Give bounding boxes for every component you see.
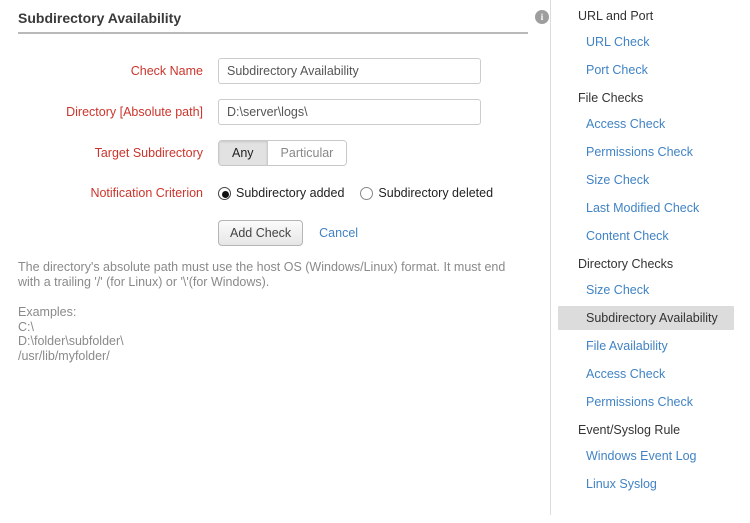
sidebar-item-port-check[interactable]: Port Check: [558, 58, 734, 82]
sidebar-section-event-syslog-rule: Event/Syslog Rule Windows Event Log Linu…: [558, 418, 734, 496]
radio-unselected-icon: [360, 187, 373, 200]
help-text: The directory's absolute path must use t…: [18, 260, 523, 289]
sidebar-section-file-checks: File Checks Access Check Permissions Che…: [558, 86, 734, 248]
examples-title: Examples:: [18, 305, 550, 320]
sidebar-item-file-size-check[interactable]: Size Check: [558, 168, 734, 192]
notification-criterion-options: Subdirectory added Subdirectory deleted: [218, 186, 493, 200]
form-body: Check Name Directory [Absolute path] Tar…: [18, 58, 550, 363]
check-name-label: Check Name: [18, 64, 203, 78]
sidebar-item-file-permissions-check[interactable]: Permissions Check: [558, 140, 734, 164]
sidebar-header-directory-checks: Directory Checks: [558, 252, 734, 276]
info-icon[interactable]: i: [535, 10, 549, 24]
notification-criterion-label: Notification Criterion: [18, 186, 203, 200]
sidebar-header-url-and-port: URL and Port: [558, 4, 734, 28]
sidebar-item-directory-size-check[interactable]: Size Check: [558, 278, 734, 302]
sidebar-item-directory-access-check[interactable]: Access Check: [558, 362, 734, 386]
directory-path-label: Directory [Absolute path]: [18, 105, 203, 119]
sidebar-section-directory-checks: Directory Checks Size Check Subdirectory…: [558, 252, 734, 414]
sidebar-item-directory-permissions-check[interactable]: Permissions Check: [558, 390, 734, 414]
sidebar-section-url-and-port: URL and Port URL Check Port Check: [558, 4, 734, 82]
sidebar-item-subdirectory-availability[interactable]: Subdirectory Availability: [558, 306, 734, 330]
radio-subdirectory-deleted[interactable]: Subdirectory deleted: [360, 186, 493, 200]
example-path: D:\folder\subfolder\: [18, 334, 550, 349]
sidebar-item-last-modified-check[interactable]: Last Modified Check: [558, 196, 734, 220]
form-header: Subdirectory Availability i: [18, 10, 550, 34]
add-check-button[interactable]: Add Check: [218, 220, 303, 246]
title-underline: Subdirectory Availability: [18, 10, 528, 34]
target-subdirectory-row: Target Subdirectory Any Particular: [18, 140, 550, 166]
sidebar-header-event-syslog-rule: Event/Syslog Rule: [558, 418, 734, 442]
toggle-option-particular[interactable]: Particular: [268, 141, 347, 165]
radio-label: Subdirectory added: [236, 186, 344, 200]
sidebar: URL and Port URL Check Port Check File C…: [550, 0, 750, 515]
check-name-row: Check Name: [18, 58, 550, 84]
sidebar-item-file-access-check[interactable]: Access Check: [558, 112, 734, 136]
target-subdirectory-toggle: Any Particular: [218, 140, 347, 166]
sidebar-item-windows-event-log[interactable]: Windows Event Log: [558, 444, 734, 468]
sidebar-item-linux-syslog[interactable]: Linux Syslog: [558, 472, 734, 496]
sidebar-item-url-check[interactable]: URL Check: [558, 30, 734, 54]
notification-criterion-row: Notification Criterion Subdirectory adde…: [18, 186, 550, 200]
check-name-input[interactable]: [218, 58, 481, 84]
sidebar-header-file-checks: File Checks: [558, 86, 734, 110]
cancel-link[interactable]: Cancel: [319, 226, 358, 240]
form-panel: Subdirectory Availability i Check Name D…: [0, 0, 550, 523]
actions-row: Add Check Cancel: [18, 220, 550, 246]
examples-block: Examples: C:\ D:\folder\subfolder\ /usr/…: [18, 305, 550, 363]
example-path: /usr/lib/myfolder/: [18, 349, 550, 364]
radio-selected-icon: [218, 187, 231, 200]
page: Subdirectory Availability i Check Name D…: [0, 0, 750, 523]
toggle-option-any[interactable]: Any: [219, 141, 268, 165]
sidebar-item-content-check[interactable]: Content Check: [558, 224, 734, 248]
target-subdirectory-label: Target Subdirectory: [18, 146, 203, 160]
directory-path-input[interactable]: [218, 99, 481, 125]
example-path: C:\: [18, 320, 550, 335]
radio-label: Subdirectory deleted: [378, 186, 493, 200]
radio-subdirectory-added[interactable]: Subdirectory added: [218, 186, 344, 200]
page-title: Subdirectory Availability: [18, 10, 528, 26]
sidebar-item-file-availability[interactable]: File Availability: [558, 334, 734, 358]
directory-path-row: Directory [Absolute path]: [18, 99, 550, 125]
